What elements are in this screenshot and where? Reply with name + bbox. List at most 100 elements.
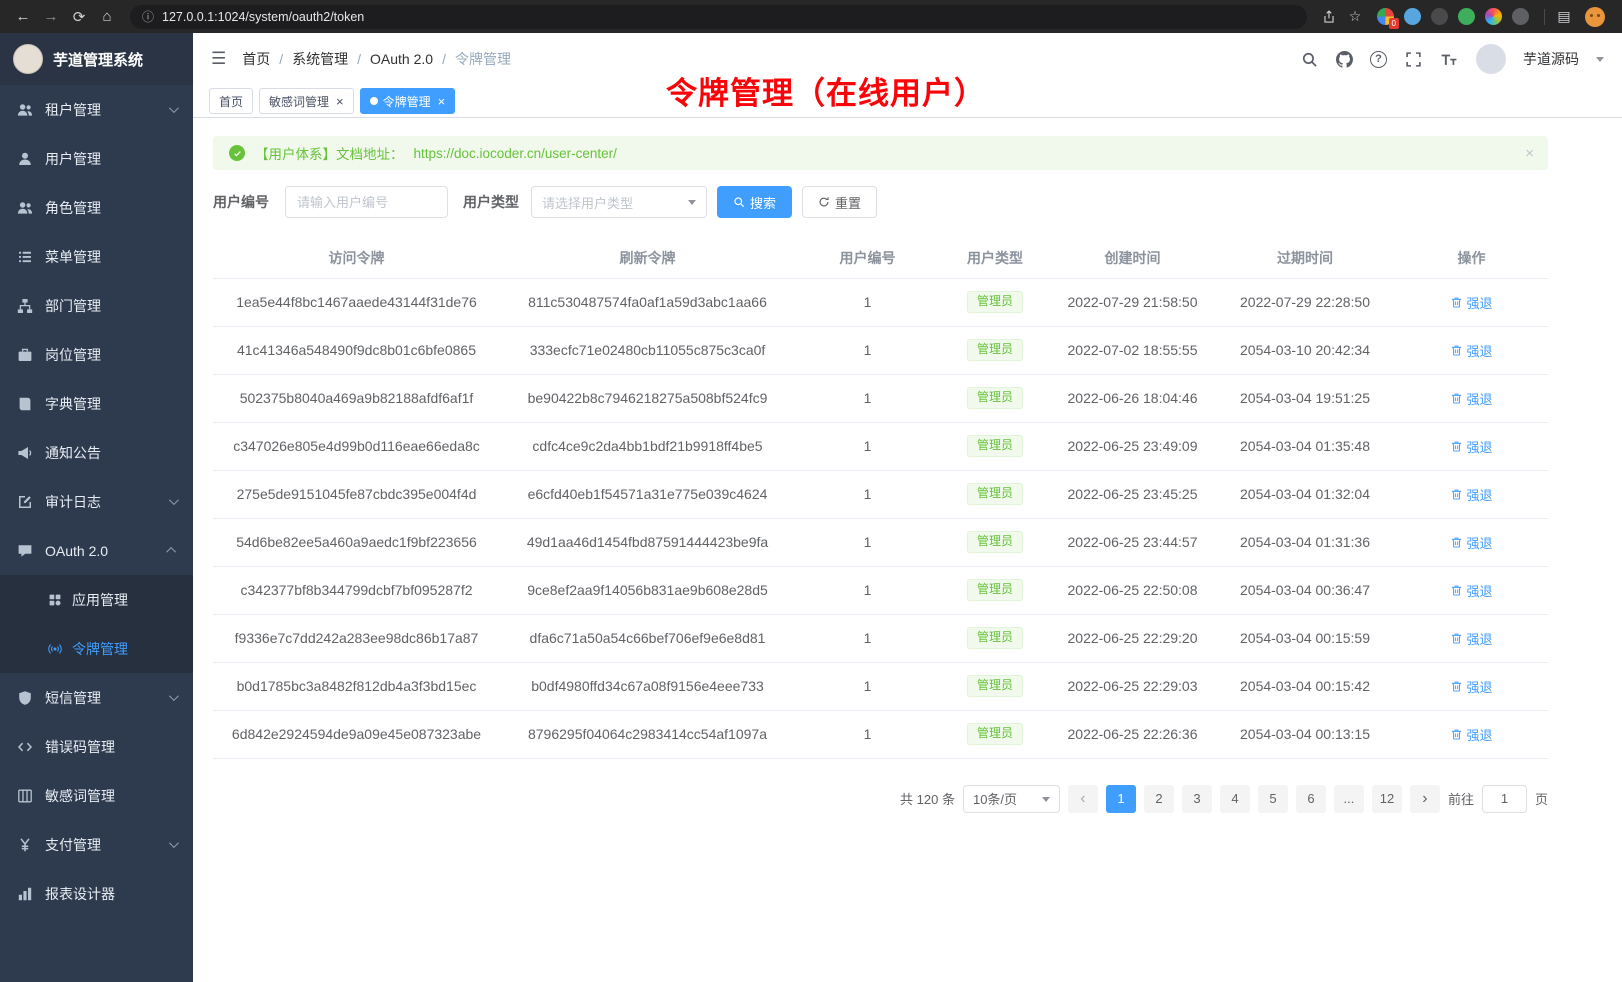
sidebar-item-oauth2[interactable]: OAuth 2.0 — [0, 526, 193, 575]
sidebar-item-dict[interactable]: 字典管理 — [0, 379, 193, 428]
pager-page-3[interactable]: 3 — [1182, 785, 1212, 813]
extension-grid-icon[interactable]: 0 — [1377, 8, 1394, 25]
tab-close-icon[interactable]: × — [336, 95, 344, 108]
pager-page-12[interactable]: 12 — [1372, 785, 1402, 813]
chevron-down-icon[interactable] — [1596, 57, 1604, 66]
tab-label: 敏感词管理 — [269, 93, 329, 110]
browser-home-icon[interactable]: ⌂ — [94, 4, 120, 30]
user-type-badge: 管理员 — [967, 579, 1023, 602]
extension-blue-icon[interactable] — [1404, 8, 1421, 25]
cell-create-time: 2022-07-29 21:58:50 — [1050, 278, 1215, 326]
browser-back-icon[interactable]: ← — [10, 4, 36, 30]
force-logout-button[interactable]: 强退 — [1450, 485, 1492, 504]
cell-user-id: 1 — [795, 470, 940, 518]
browser-profile-avatar[interactable] — [1585, 7, 1605, 27]
share-icon[interactable] — [1317, 5, 1341, 29]
tab-sensitive-word[interactable]: 敏感词管理 × — [259, 88, 354, 114]
sidebar-item-sensitive-word[interactable]: 敏感词管理 — [0, 771, 193, 820]
pager-page-2[interactable]: 2 — [1144, 785, 1174, 813]
search-button[interactable]: 搜索 — [717, 186, 792, 218]
font-size-icon[interactable] — [1439, 50, 1457, 68]
fullscreen-icon[interactable] — [1404, 50, 1422, 68]
user-avatar[interactable] — [1476, 44, 1506, 74]
cell-access-token: c342377bf8b344799dcbf7bf095287f2 — [213, 566, 500, 614]
search-icon[interactable] — [1300, 50, 1318, 68]
pager-page-4[interactable]: 4 — [1220, 785, 1250, 813]
header-actions: ? 芋道源码 — [1300, 44, 1604, 74]
sidebar-item-sms[interactable]: 短信管理 — [0, 673, 193, 722]
divider — [1544, 9, 1545, 25]
bookmark-star-icon[interactable]: ☆ — [1343, 5, 1367, 29]
site-info-icon[interactable]: ⓘ — [142, 8, 154, 25]
sidebar-item-role[interactable]: 角色管理 — [0, 183, 193, 232]
alert-link[interactable]: https://doc.iocoder.cn/user-center/ — [414, 146, 617, 161]
sidebar-item-oauth2-token[interactable]: 令牌管理 — [0, 624, 193, 673]
sidebar-item-error-code[interactable]: 错误码管理 — [0, 722, 193, 771]
pager-page-5[interactable]: 5 — [1258, 785, 1288, 813]
pager-ellipsis[interactable]: ... — [1334, 785, 1364, 813]
force-logout-button[interactable]: 强退 — [1450, 389, 1492, 408]
force-logout-button[interactable]: 强退 — [1450, 581, 1492, 600]
force-logout-label: 强退 — [1466, 533, 1492, 552]
force-logout-button[interactable]: 强退 — [1450, 533, 1492, 552]
force-logout-button[interactable]: 强退 — [1450, 629, 1492, 648]
user-type-badge: 管理员 — [967, 387, 1023, 410]
cell-access-token: f9336e7c7dd242a283ee98dc86b17a87 — [213, 614, 500, 662]
browser-forward-icon[interactable]: → — [38, 4, 64, 30]
sidebar-item-menu[interactable]: 菜单管理 — [0, 232, 193, 281]
sidebar-item-tenant[interactable]: 租户管理 — [0, 85, 193, 134]
user-type-select[interactable]: 请选择用户类型 — [531, 186, 707, 218]
sidebar-item-user[interactable]: 用户管理 — [0, 134, 193, 183]
cell-user-type: 管理员 — [940, 422, 1050, 470]
user-type-badge: 管理员 — [967, 723, 1023, 746]
tab-close-icon[interactable]: × — [438, 95, 446, 108]
page-size-select[interactable]: 10条/页 — [963, 785, 1060, 813]
force-logout-button[interactable]: 强退 — [1450, 293, 1492, 312]
sidebar-item-label: 菜单管理 — [45, 247, 101, 267]
menu-collapse-icon[interactable]: ☰ — [211, 49, 226, 69]
extension-green-icon[interactable] — [1458, 8, 1475, 25]
user-id-input[interactable] — [285, 186, 448, 218]
table-row: 1ea5e44f8bc1467aaede43144f31de76811c5304… — [213, 278, 1548, 326]
pager-page-1[interactable]: 1 — [1106, 785, 1136, 813]
tab-home[interactable]: 首页 — [209, 88, 253, 114]
extension-gray-icon[interactable] — [1512, 8, 1529, 25]
sidebar-item-label: 令牌管理 — [72, 639, 128, 659]
list-icon — [17, 249, 33, 265]
extension-dark-icon[interactable] — [1431, 8, 1448, 25]
briefcase-icon — [17, 347, 33, 363]
sidebar-item-audit-log[interactable]: 审计日志 — [0, 477, 193, 526]
extension-colorful-icon[interactable] — [1485, 8, 1502, 25]
side-panel-icon[interactable]: ▤ — [1552, 5, 1576, 29]
table-row: b0d1785bc3a8482f812db4a3f3bd15ecb0df4980… — [213, 662, 1548, 710]
sidebar-item-report-designer[interactable]: 报表设计器 — [0, 869, 193, 918]
app-logo[interactable]: 芋道管理系统 — [0, 33, 193, 85]
browser-reload-icon[interactable]: ⟳ — [66, 4, 92, 30]
force-logout-button[interactable]: 强退 — [1450, 725, 1492, 744]
breadcrumb-item[interactable]: OAuth 2.0 — [370, 51, 433, 67]
breadcrumb-item[interactable]: 首页 — [242, 49, 270, 69]
help-icon[interactable]: ? — [1370, 51, 1387, 68]
force-logout-button[interactable]: 强退 — [1450, 341, 1492, 360]
force-logout-button[interactable]: 强退 — [1450, 437, 1492, 456]
user-type-badge: 管理员 — [967, 339, 1023, 362]
username[interactable]: 芋道源码 — [1523, 49, 1579, 69]
sidebar-item-pay[interactable]: 支付管理 — [0, 820, 193, 869]
sidebar-item-post[interactable]: 岗位管理 — [0, 330, 193, 379]
cell-expire-time: 2022-07-29 22:28:50 — [1215, 278, 1395, 326]
sidebar-item-notice[interactable]: 通知公告 — [0, 428, 193, 477]
prev-page-button[interactable]: ‹ — [1068, 785, 1098, 813]
next-page-button[interactable]: › — [1410, 785, 1440, 813]
sidebar-item-dept[interactable]: 部门管理 — [0, 281, 193, 330]
goto-page-input[interactable] — [1482, 785, 1527, 813]
pager-page-6[interactable]: 6 — [1296, 785, 1326, 813]
force-logout-button[interactable]: 强退 — [1450, 677, 1492, 696]
cell-actions: 强退 — [1395, 374, 1548, 422]
breadcrumb-item[interactable]: 系统管理 — [292, 49, 348, 69]
sidebar-item-oauth2-app[interactable]: 应用管理 — [0, 575, 193, 624]
tab-token[interactable]: 令牌管理× — [360, 88, 456, 114]
github-icon[interactable] — [1335, 50, 1353, 68]
reset-button[interactable]: 重置 — [802, 186, 877, 218]
address-bar[interactable]: ⓘ 127.0.0.1:1024/system/oauth2/token — [130, 5, 1307, 29]
close-icon[interactable]: × — [1525, 145, 1534, 162]
